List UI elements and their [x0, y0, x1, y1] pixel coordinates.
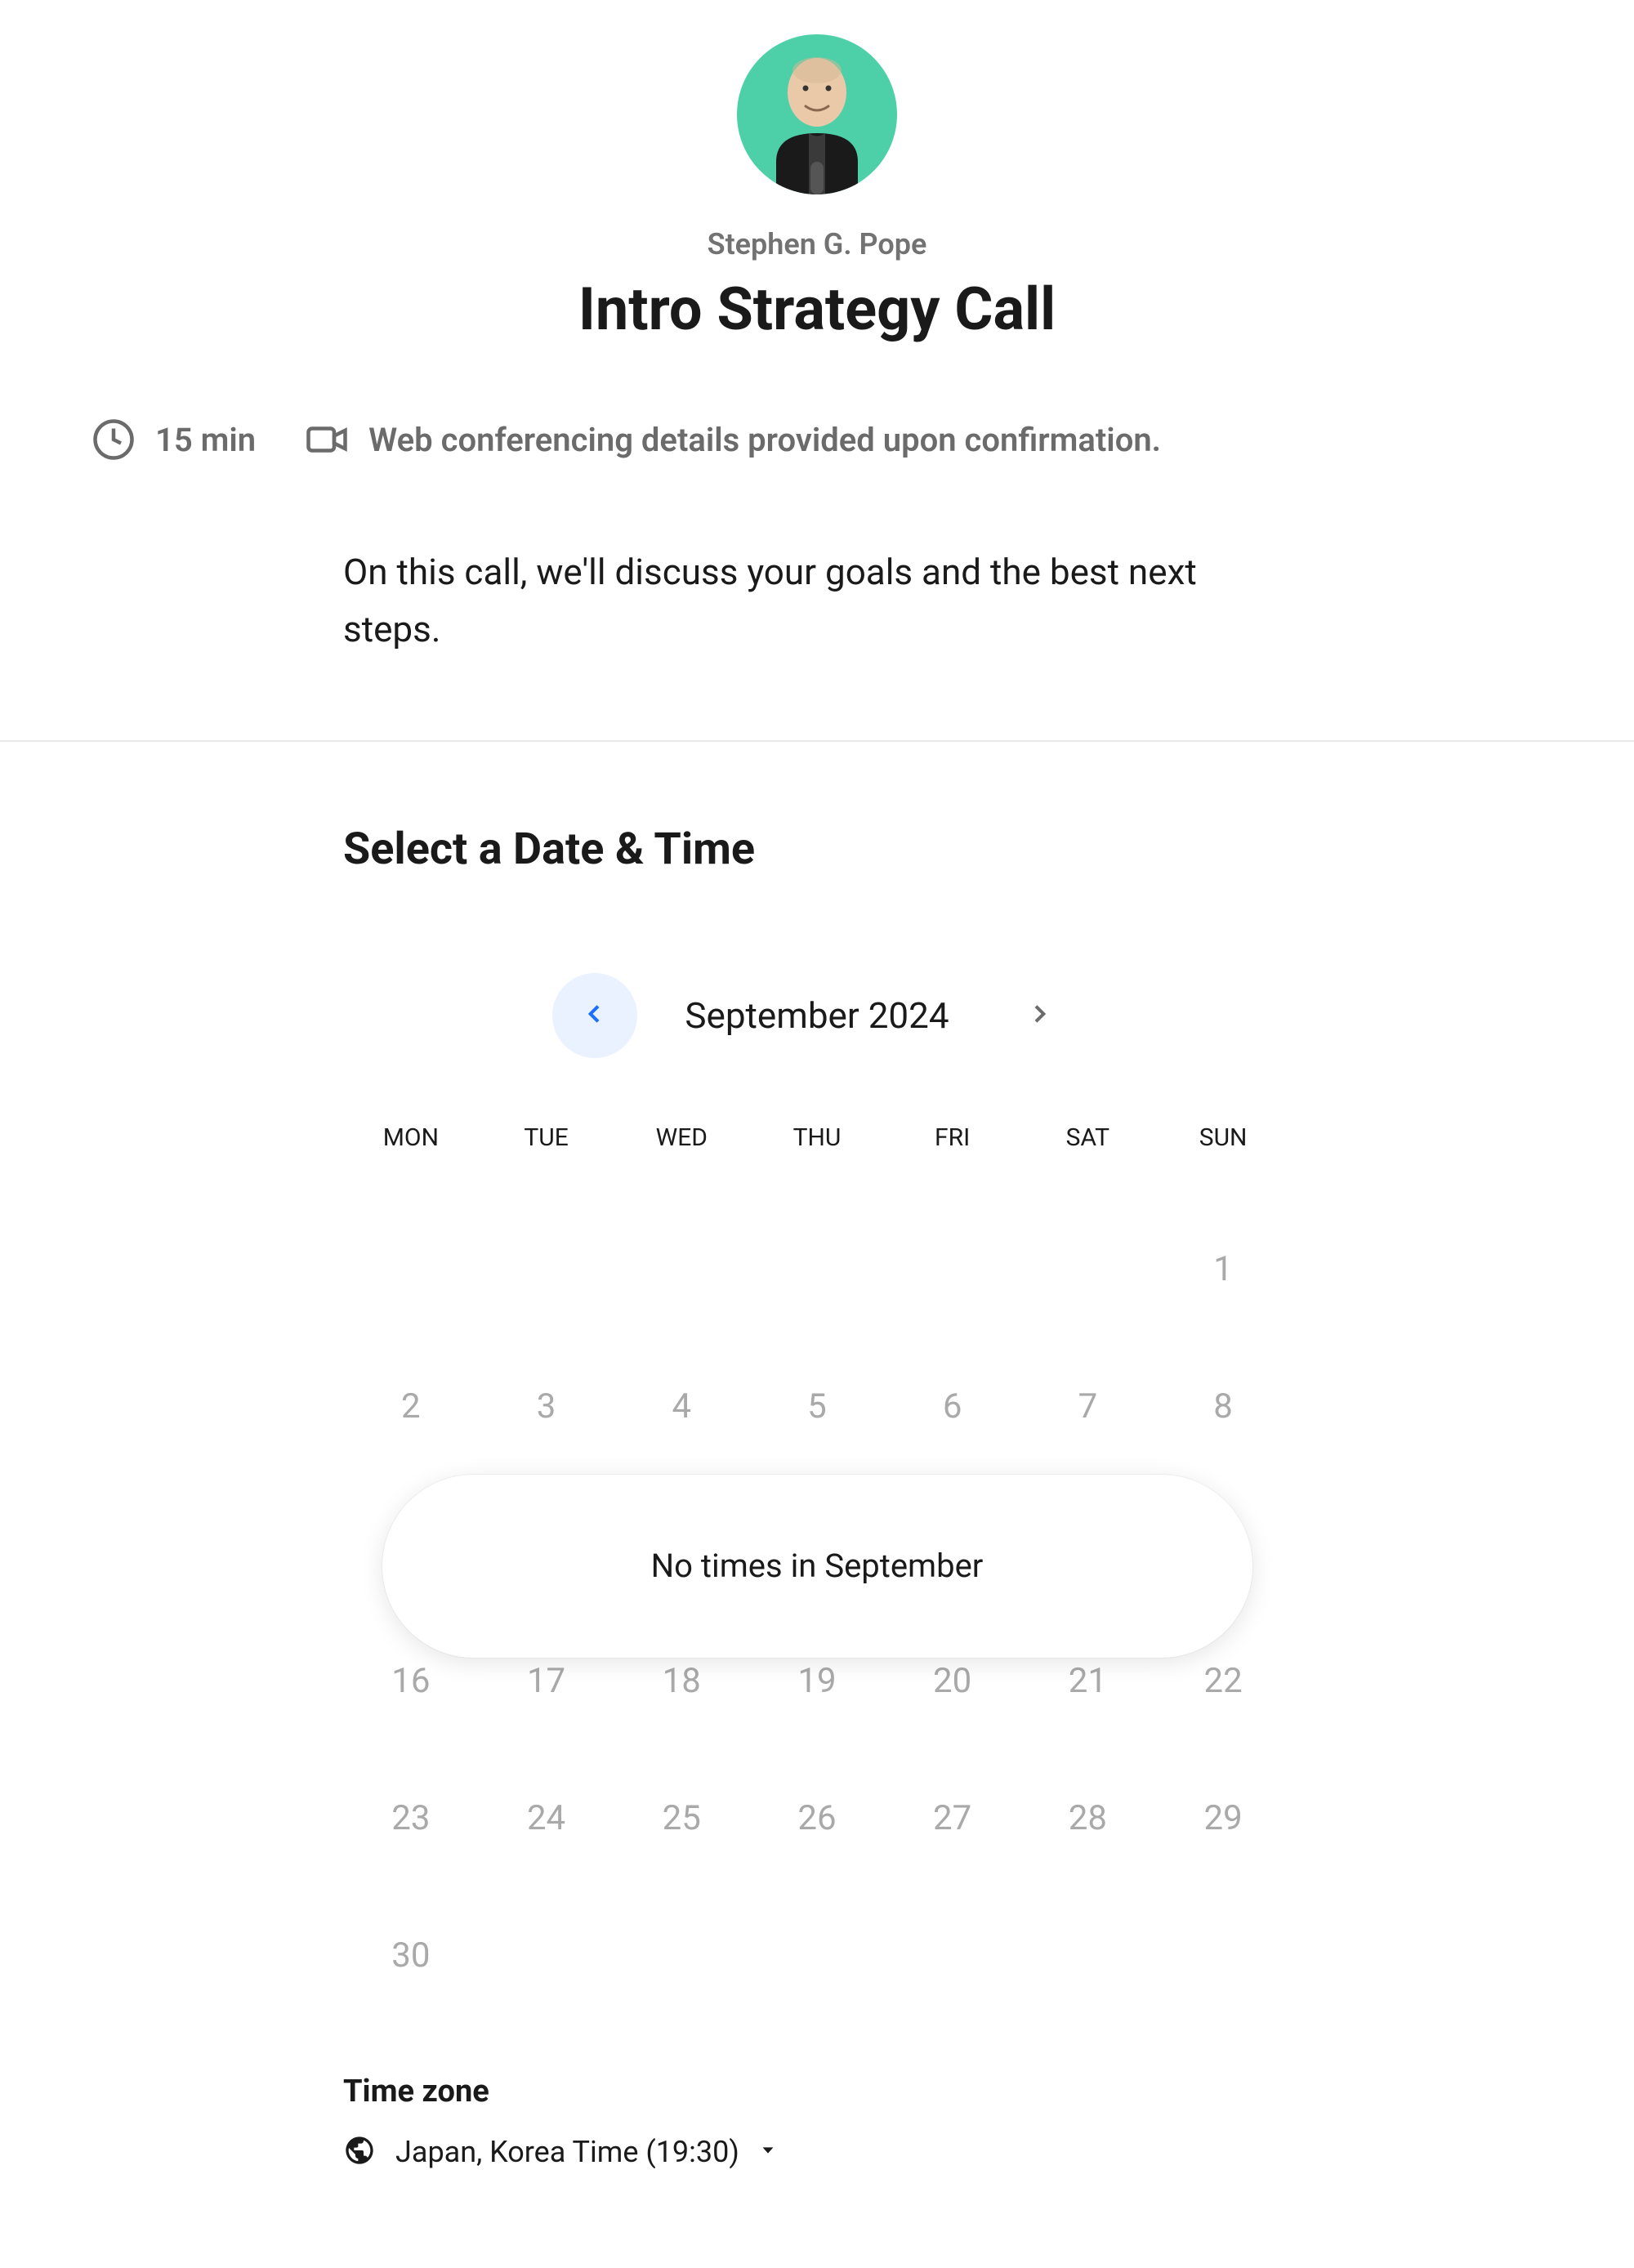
calendar-day: 4 — [614, 1338, 749, 1476]
chevron-down-icon — [759, 2141, 777, 2163]
weekday-header: THU — [749, 1123, 885, 1201]
calendar-day — [1020, 1201, 1156, 1338]
location-meta: Web conferencing details provided upon c… — [305, 417, 1161, 462]
chevron-right-icon — [1026, 1001, 1052, 1029]
duration-text: 15 min — [155, 421, 256, 459]
timezone-value: Japan, Korea Time (19:30) — [395, 2135, 739, 2169]
calendar-day: 26 — [749, 1750, 885, 1887]
calendar-day — [1020, 1887, 1156, 2025]
location-text: Web conferencing details provided upon c… — [368, 421, 1161, 459]
calendar-day — [614, 1201, 749, 1338]
weekday-header: WED — [614, 1123, 749, 1201]
calendar-day: 24 — [479, 1750, 614, 1887]
calendar-day — [749, 1201, 885, 1338]
video-icon — [305, 417, 349, 462]
calendar-day — [885, 1887, 1020, 2025]
section-title: Select a Date & Time — [343, 824, 1291, 875]
calendar-day: 6 — [885, 1338, 1020, 1476]
event-title: Intro Strategy Call — [0, 275, 1634, 344]
calendar-day: 29 — [1155, 1750, 1291, 1887]
event-description: On this call, we'll discuss your goals a… — [0, 543, 1634, 659]
timezone-selector[interactable]: Japan, Korea Time (19:30) — [343, 2134, 1291, 2170]
weekday-header: TUE — [479, 1123, 614, 1201]
timezone-title: Time zone — [343, 2074, 1291, 2110]
month-navigation: September 2024 — [343, 973, 1291, 1058]
prev-month-button[interactable] — [552, 973, 637, 1058]
calendar-day: 2 — [343, 1338, 479, 1476]
month-label: September 2024 — [662, 994, 972, 1037]
next-month-button[interactable] — [997, 973, 1082, 1058]
weekday-header: MON — [343, 1123, 479, 1201]
calendar-day — [479, 1201, 614, 1338]
clock-icon — [92, 417, 136, 462]
calendar-day: 23 — [343, 1750, 479, 1887]
calendar-day — [343, 1201, 479, 1338]
weekday-header: SAT — [1020, 1123, 1156, 1201]
calendar-day: 30 — [343, 1887, 479, 2025]
calendar-day: 5 — [749, 1338, 885, 1476]
duration-meta: 15 min — [92, 417, 256, 462]
calendar-day — [614, 1887, 749, 2025]
calendar-day — [1155, 1887, 1291, 2025]
calendar-day: 8 — [1155, 1338, 1291, 1476]
calendar-day: 27 — [885, 1750, 1020, 1887]
avatar — [737, 34, 897, 194]
meta-row: 15 min Web conferencing details provided… — [0, 417, 1634, 462]
no-times-message: No times in September — [382, 1475, 1252, 1658]
calendar-day: 7 — [1020, 1338, 1156, 1476]
calendar-day: 25 — [614, 1750, 749, 1887]
calendar-day: 28 — [1020, 1750, 1156, 1887]
calendar-day — [885, 1201, 1020, 1338]
host-name: Stephen G. Pope — [0, 227, 1634, 261]
chevron-left-icon — [582, 1001, 608, 1029]
calendar-day — [479, 1887, 614, 2025]
globe-icon — [343, 2134, 376, 2170]
calendar-day — [749, 1887, 885, 2025]
calendar-day: 1 — [1155, 1201, 1291, 1338]
weekday-header: SUN — [1155, 1123, 1291, 1201]
calendar-day: 3 — [479, 1338, 614, 1476]
weekday-header: FRI — [885, 1123, 1020, 1201]
